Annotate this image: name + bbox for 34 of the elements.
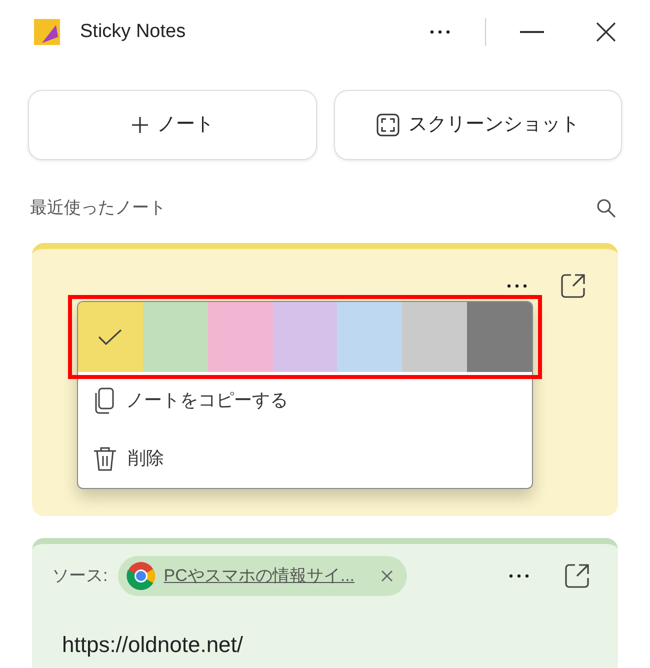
source-chip[interactable]: PCやスマホの情報サイ... <box>118 556 407 596</box>
color-swatch[interactable] <box>272 302 338 372</box>
trash-icon <box>92 444 118 473</box>
plus-icon <box>130 116 149 134</box>
color-swatch[interactable] <box>337 302 402 372</box>
more-icon[interactable] <box>429 29 451 35</box>
note-card[interactable]: ソース: PCやスマホの情報サイ... https://oldnote.net/ <box>32 538 618 668</box>
color-swatch[interactable] <box>467 302 532 372</box>
search-icon[interactable] <box>596 198 616 218</box>
open-in-window-icon[interactable] <box>564 562 590 588</box>
color-swatch[interactable] <box>142 302 208 372</box>
screenshot-button[interactable]: スクリーンショット <box>334 90 622 160</box>
color-swatch[interactable] <box>402 302 468 372</box>
new-note-button[interactable]: ノート <box>28 90 316 160</box>
close-icon[interactable] <box>596 22 616 42</box>
open-in-window-icon[interactable] <box>560 272 586 298</box>
color-swatch[interactable] <box>78 302 143 372</box>
source-label: ソース: <box>52 564 108 587</box>
window-title: Sticky Notes <box>80 20 186 44</box>
browser-icon <box>126 560 156 590</box>
more-icon[interactable] <box>508 572 530 578</box>
app-logo-icon <box>34 19 60 45</box>
note-card[interactable]: ノートをコピーする 削除 <box>32 242 618 516</box>
remove-icon[interactable] <box>380 570 393 582</box>
note-text: https://oldnote.net/ <box>61 630 244 659</box>
copy-menu-item[interactable]: ノートをコピーする <box>78 372 532 430</box>
delete-menu-item[interactable]: 削除 <box>78 430 532 488</box>
color-swatch[interactable] <box>208 302 273 372</box>
minimize-icon[interactable] <box>520 30 544 34</box>
source-link[interactable]: PCやスマホの情報サイ... <box>164 562 355 588</box>
more-icon[interactable] <box>506 282 528 288</box>
check-icon <box>98 328 122 345</box>
screenshot-icon <box>376 113 400 137</box>
section-title: 最近使ったノート <box>30 197 166 219</box>
